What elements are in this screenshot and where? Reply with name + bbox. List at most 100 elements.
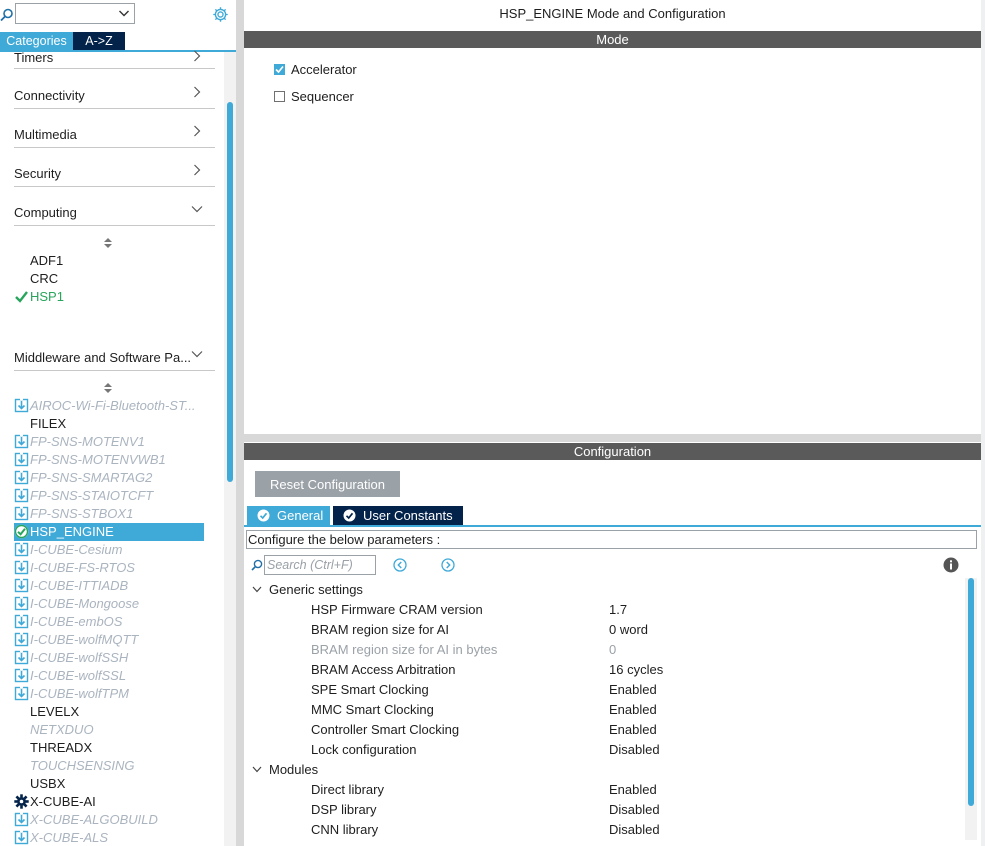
check-icon (15, 291, 28, 303)
item-label: TOUCHSENSING (30, 758, 135, 773)
param-row[interactable]: Direct library Enabled (311, 782, 711, 802)
accelerator-label: Accelerator (291, 62, 357, 77)
check-icon (275, 65, 284, 74)
download-icon (14, 488, 29, 503)
left-scrollbar-thumb[interactable] (227, 102, 233, 482)
tab-general[interactable]: General (247, 506, 330, 525)
chevron-down-icon (119, 10, 129, 17)
accelerator-checkbox[interactable] (274, 64, 285, 75)
param-name: HSP Firmware CRAM version (311, 602, 483, 617)
category-computing[interactable]: Computing (14, 187, 215, 226)
list-item-hsp1[interactable]: HSP1 (14, 288, 204, 306)
param-row[interactable]: SPE Smart Clocking Enabled (311, 682, 711, 702)
list-item-fp-sns-stbox1[interactable]: FP-SNS-STBOX1 (14, 505, 204, 523)
list-item-x-cube-als[interactable]: X-CUBE-ALS (14, 829, 204, 846)
list-item-threadx[interactable]: THREADX (14, 739, 204, 757)
download-icon (14, 686, 29, 701)
category-timers[interactable]: Timers (14, 30, 215, 69)
param-name: MMC Smart Clocking (311, 702, 434, 717)
item-label: NETXDUO (30, 722, 94, 737)
download-icon (14, 668, 29, 683)
item-label: I-CUBE-Cesium (30, 542, 123, 557)
param-row[interactable]: CNN library Disabled (311, 822, 711, 842)
parameter-search-input[interactable] (264, 555, 376, 575)
category-security[interactable]: Security (14, 148, 215, 187)
param-name: CNN library (311, 822, 379, 837)
category-label: Timers (14, 50, 54, 65)
item-label: USBX (30, 776, 66, 791)
list-item-fp-sns-staiotcft[interactable]: FP-SNS-STAIOTCFT (14, 487, 204, 505)
param-name: BRAM Access Arbitration (311, 662, 456, 677)
param-row[interactable]: DSP library Disabled (311, 802, 711, 822)
list-item-levelx[interactable]: LEVELX (14, 703, 204, 721)
chevron-down-icon (252, 586, 262, 593)
param-value: Enabled (609, 702, 657, 717)
item-label: FP-SNS-MOTENVWB1 (30, 452, 166, 467)
category-label: Connectivity (14, 88, 85, 103)
next-match-icon[interactable] (441, 558, 455, 572)
list-item-usbx[interactable]: USBX (14, 775, 204, 793)
list-item-adf1[interactable]: ADF1 (14, 252, 204, 270)
right-edge-strip (981, 0, 985, 846)
sort-icon[interactable] (103, 382, 113, 394)
item-label: I-CUBE-wolfTPM (30, 686, 129, 701)
param-row[interactable]: Lock configuration Disabled (311, 742, 711, 762)
item-label: FP-SNS-MOTENV1 (30, 434, 145, 449)
list-item-hsp-engine[interactable]: HSP_ENGINE (14, 523, 204, 541)
item-label: ADF1 (30, 253, 64, 268)
item-label: I-CUBE-ITTIADB (30, 578, 129, 593)
pane-divider[interactable] (236, 0, 244, 846)
download-icon (14, 542, 29, 557)
list-item-i-cube-wolftpm[interactable]: I-CUBE-wolfTPM (14, 685, 204, 703)
download-icon (14, 632, 29, 647)
list-item-fp-sns-motenvwb1[interactable]: FP-SNS-MOTENVWB1 (14, 451, 204, 469)
previous-match-icon[interactable] (393, 558, 407, 572)
list-item-i-cube-wolfssh[interactable]: I-CUBE-wolfSSH (14, 649, 204, 667)
param-value: Disabled (609, 742, 660, 757)
item-label: I-CUBE-wolfMQTT (30, 632, 139, 647)
item-label: I-CUBE-embOS (30, 614, 123, 629)
horizontal-splitter[interactable] (244, 434, 981, 442)
gear-icon[interactable] (212, 6, 229, 23)
param-row[interactable]: BRAM Access Arbitration 16 cycles (311, 662, 711, 682)
param-name: Lock configuration (311, 742, 417, 757)
param-row[interactable]: Controller Smart Clocking Enabled (311, 722, 711, 742)
category-connectivity[interactable]: Connectivity (14, 70, 215, 109)
list-item-x-cube-ai[interactable]: X-CUBE-AI (14, 793, 204, 811)
gear-icon (14, 794, 29, 809)
configuration-bar: Configuration (244, 443, 981, 460)
list-item-i-cube-mongoose[interactable]: I-CUBE-Mongoose (14, 595, 204, 613)
search-icon[interactable] (0, 8, 14, 22)
param-row[interactable]: BRAM region size for AI in bytes 0 (311, 642, 711, 662)
list-item-i-cube-wolfmqtt[interactable]: I-CUBE-wolfMQTT (14, 631, 204, 649)
param-row[interactable]: BRAM region size for AI 0 word (311, 622, 711, 642)
list-item-airoc-wi-fi-bluetooth-st[interactable]: AIROC-Wi-Fi-Bluetooth-ST... (14, 397, 204, 415)
category-middleware[interactable]: Middleware and Software Pa... (14, 332, 215, 371)
category-multimedia[interactable]: Multimedia (14, 109, 215, 148)
group-label: Modules (269, 762, 319, 777)
info-icon[interactable] (943, 557, 959, 573)
mode-bar: Mode (244, 31, 981, 48)
parameter-scrollbar-thumb[interactable] (968, 578, 974, 806)
search-combobox[interactable] (15, 3, 135, 24)
sort-icon[interactable] (103, 237, 113, 249)
param-row[interactable]: HSP Firmware CRAM version 1.7 (311, 602, 711, 622)
param-value: Enabled (609, 682, 657, 697)
list-item-x-cube-algobuild[interactable]: X-CUBE-ALGOBUILD (14, 811, 204, 829)
list-item-netxduo[interactable]: NETXDUO (14, 721, 204, 739)
tab-user-constants[interactable]: User Constants (333, 506, 463, 525)
list-item-fp-sns-smartag2[interactable]: FP-SNS-SMARTAG2 (14, 469, 204, 487)
sequencer-checkbox[interactable] (274, 91, 285, 102)
item-label: I-CUBE-wolfSSL (30, 668, 127, 683)
list-item-i-cube-fs-rtos[interactable]: I-CUBE-FS-RTOS (14, 559, 204, 577)
list-item-i-cube-embos[interactable]: I-CUBE-embOS (14, 613, 204, 631)
list-item-filex[interactable]: FILEX (14, 415, 204, 433)
param-row[interactable]: MMC Smart Clocking Enabled (311, 702, 711, 722)
list-item-touchsensing[interactable]: TOUCHSENSING (14, 757, 204, 775)
list-item-crc[interactable]: CRC (14, 270, 204, 288)
list-item-i-cube-cesium[interactable]: I-CUBE-Cesium (14, 541, 204, 559)
list-item-i-cube-ittiadb[interactable]: I-CUBE-ITTIADB (14, 577, 204, 595)
reset-configuration-button[interactable]: Reset Configuration (255, 471, 400, 497)
list-item-fp-sns-motenv1[interactable]: FP-SNS-MOTENV1 (14, 433, 204, 451)
list-item-i-cube-wolfssl[interactable]: I-CUBE-wolfSSL (14, 667, 204, 685)
